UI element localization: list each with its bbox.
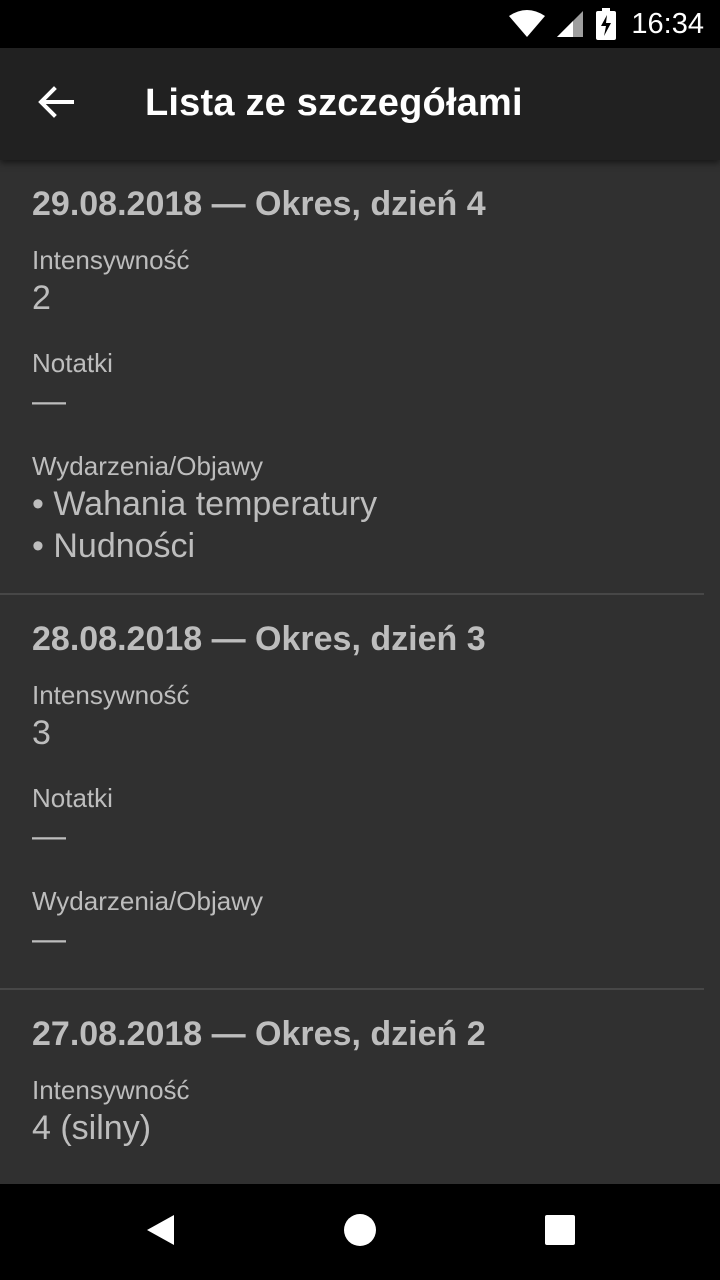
- home-circle-icon: [343, 1213, 377, 1252]
- battery-charging-icon: [595, 8, 617, 40]
- wifi-icon: [509, 10, 546, 38]
- details-list[interactable]: 29.08.2018 — Okres, dzień 4 Intensywność…: [0, 160, 720, 1184]
- intensity-value: 4 (silny): [32, 1109, 152, 1147]
- event-item: —: [32, 920, 66, 958]
- status-bar: 16:34: [0, 0, 720, 48]
- notes-label: Notatki: [32, 348, 113, 378]
- status-icons: 16:34: [509, 0, 704, 48]
- event-item: • Nudności: [32, 527, 196, 565]
- intensity-label: Intensywność: [32, 680, 190, 710]
- nav-home-button[interactable]: [300, 1184, 420, 1280]
- intensity-field: Intensywność 4 (silny): [32, 1074, 704, 1163]
- list-item[interactable]: 28.08.2018 — Okres, dzień 3 Intensywność…: [0, 595, 704, 990]
- events-field: Wydarzenia/Objawy • Wahania temperatury …: [32, 450, 704, 567]
- notes-label: Notatki: [32, 783, 113, 813]
- navigation-bar: [0, 1184, 720, 1280]
- nav-back-button[interactable]: [100, 1184, 220, 1280]
- notes-field: Notatki —: [32, 782, 704, 871]
- arrow-back-icon: [38, 85, 74, 123]
- entry-title: 28.08.2018 — Okres, dzień 3: [32, 620, 486, 658]
- intensity-label: Intensywność: [32, 1075, 190, 1105]
- entry-title: 29.08.2018 — Okres, dzień 4: [32, 185, 486, 223]
- events-label: Wydarzenia/Objawy: [32, 451, 263, 481]
- events-field: Wydarzenia/Objawy —: [32, 885, 704, 974]
- cell-signal-icon: [555, 9, 585, 39]
- intensity-value: 3: [32, 714, 51, 752]
- nav-recents-button[interactable]: [500, 1184, 620, 1280]
- notes-value: —: [32, 382, 66, 420]
- intensity-label: Intensywność: [32, 245, 190, 275]
- recents-square-icon: [544, 1214, 576, 1251]
- list-item[interactable]: 29.08.2018 — Okres, dzień 4 Intensywność…: [0, 160, 704, 595]
- back-button[interactable]: [24, 76, 88, 132]
- clock: 16:34: [631, 7, 704, 40]
- app-bar: Lista ze szczegółami: [0, 48, 720, 160]
- events-label: Wydarzenia/Objawy: [32, 886, 263, 916]
- entry-title: 27.08.2018 — Okres, dzień 2: [32, 1015, 486, 1053]
- list-item[interactable]: 27.08.2018 — Okres, dzień 2 Intensywność…: [0, 990, 704, 1163]
- intensity-field: Intensywność 3: [32, 679, 704, 768]
- intensity-field: Intensywność 2: [32, 244, 704, 333]
- back-triangle-icon: [144, 1213, 176, 1252]
- notes-value: —: [32, 817, 66, 855]
- event-item: • Wahania temperatury: [32, 485, 378, 523]
- notes-field: Notatki —: [32, 347, 704, 436]
- intensity-value: 2: [32, 279, 51, 317]
- page-title: Lista ze szczegółami: [145, 82, 523, 124]
